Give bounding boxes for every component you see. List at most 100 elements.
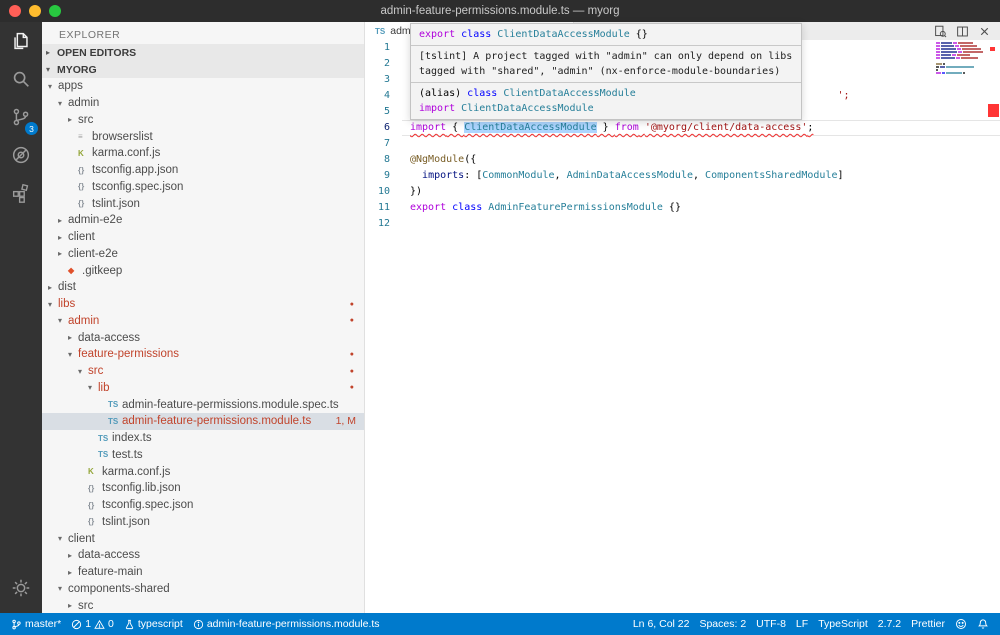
code-line-7[interactable]: 7: [365, 136, 1000, 152]
ts-file-icon: TS: [108, 417, 122, 426]
folder-client[interactable]: ▸client: [42, 229, 364, 246]
activity-explorer-button[interactable]: [0, 22, 42, 60]
open-changes-icon[interactable]: [934, 25, 947, 38]
typescript-version-status-item[interactable]: 2.7.2: [873, 613, 906, 635]
file-index.ts[interactable]: TSindex.ts: [42, 430, 364, 447]
tree-item-label: client: [68, 533, 95, 545]
tree-item-label: tslint.json: [102, 516, 150, 528]
code-line-6[interactable]: 6import { ClientDataAccessModule } from …: [365, 120, 1000, 136]
status-text: typescript: [138, 618, 183, 630]
code-line-9[interactable]: 9 imports: [CommonModule, AdminDataAcces…: [365, 168, 1000, 184]
chevron-down-icon: ▾: [48, 82, 58, 91]
folder-src[interactable]: ▸src: [42, 112, 364, 129]
encoding-status-item[interactable]: UTF-8: [751, 613, 791, 635]
folder-src[interactable]: ▾src●: [42, 363, 364, 380]
scm-pending-badge: 3: [25, 122, 38, 135]
split-editor-icon[interactable]: [956, 25, 969, 38]
chevron-right-icon: ▸: [58, 249, 68, 258]
tree-item-label: components-shared: [68, 583, 170, 595]
json-file-icon: {}: [88, 517, 102, 526]
folder-admin-e2e[interactable]: ▸admin-e2e: [42, 212, 364, 229]
folder-data-access[interactable]: ▸data-access: [42, 329, 364, 346]
json-file-icon: {}: [78, 182, 92, 191]
git-branch-status-item[interactable]: master*: [6, 613, 66, 635]
chevron-down-icon: ▾: [46, 65, 57, 74]
folder-admin[interactable]: ▾admin: [42, 95, 364, 112]
json-file-icon: {}: [88, 501, 102, 510]
minimap[interactable]: [936, 42, 986, 78]
file-tsconfig.lib.json[interactable]: {}tsconfig.lib.json: [42, 480, 364, 497]
file-.gitkeep[interactable]: ◆.gitkeep: [42, 262, 364, 279]
code-line-11[interactable]: 11export class AdminFeaturePermissionsMo…: [365, 200, 1000, 216]
folder-client-e2e[interactable]: ▸client-e2e: [42, 246, 364, 263]
code-editor[interactable]: 1234 ';56import { ClientDataAccessModule…: [365, 40, 1000, 613]
ts-file-icon: TS: [98, 434, 112, 443]
folder-feature-permissions[interactable]: ▾feature-permissions●: [42, 346, 364, 363]
file-browserslist[interactable]: ≡browserslist: [42, 128, 364, 145]
prettier-status-item[interactable]: Prettier: [906, 613, 950, 635]
status-text: 1: [85, 618, 91, 630]
indentation-status-item[interactable]: Spaces: 2: [694, 613, 751, 635]
tree-item-label: dist: [58, 281, 76, 293]
code-token: ,: [693, 170, 705, 181]
file-admin-feature-permissions.module.spec.ts[interactable]: TSadmin-feature-permissions.module.spec.…: [42, 396, 364, 413]
typescript-status-status-item[interactable]: typescript: [119, 613, 188, 635]
tree-item-label: src: [78, 600, 93, 612]
tree-item-label: tsconfig.lib.json: [102, 482, 181, 494]
window-title: admin-feature-permissions.module.ts — my…: [0, 5, 1000, 17]
code-token: {: [446, 122, 464, 133]
tree-item-label: src: [78, 114, 93, 126]
problems-status-item[interactable]: 10: [66, 613, 119, 635]
file-karma.conf.js[interactable]: Kkarma.conf.js: [42, 463, 364, 480]
file-tslint.json[interactable]: {}tslint.json: [42, 514, 364, 531]
language-mode-status-item[interactable]: TypeScript: [813, 613, 873, 635]
folder-client[interactable]: ▾client: [42, 530, 364, 547]
hover-alias-line: (alias) class ClientDataAccessModule: [419, 86, 793, 101]
cursor-position-status-item[interactable]: Ln 6, Col 22: [628, 613, 695, 635]
code-line-12[interactable]: 12: [365, 216, 1000, 232]
status-text: Spaces: 2: [699, 618, 746, 630]
activity-debug-button[interactable]: [0, 136, 42, 174]
activity-source-control-button[interactable]: 3: [0, 98, 42, 136]
folder-components-shared[interactable]: ▾components-shared: [42, 581, 364, 598]
code-line-8[interactable]: 8@NgModule({: [365, 152, 1000, 168]
file-tsconfig.app.json[interactable]: {}tsconfig.app.json: [42, 162, 364, 179]
line-ending-status-item[interactable]: LF: [791, 613, 813, 635]
code-line-10[interactable]: 10}): [365, 184, 1000, 200]
code-token: AdminDataAccessModule: [567, 170, 693, 181]
chevron-down-icon: ▾: [58, 584, 68, 593]
chevron-right-icon: ▸: [46, 48, 57, 57]
karma-file-icon: K: [88, 467, 102, 476]
extensions-icon: [10, 182, 32, 204]
code-token: }: [597, 122, 615, 133]
file-admin-feature-permissions.module.ts[interactable]: TSadmin-feature-permissions.module.ts1, …: [42, 413, 364, 430]
folder-src[interactable]: ▸src: [42, 597, 364, 613]
file-info-status-item[interactable]: admin-feature-permissions.module.ts: [188, 613, 385, 635]
section-open-editors[interactable]: ▸ OPEN EDITORS: [42, 44, 364, 61]
error-overview-marker: [990, 47, 995, 51]
feedback-status-item[interactable]: [950, 613, 972, 635]
folder-feature-main[interactable]: ▸feature-main: [42, 564, 364, 581]
vscode-window: admin-feature-permissions.module.ts — my…: [0, 0, 1000, 635]
file-test.ts[interactable]: TStest.ts: [42, 447, 364, 464]
activity-extensions-button[interactable]: [0, 174, 42, 212]
section-workspace[interactable]: ▾ MYORG: [42, 61, 364, 78]
tree-item-label: src: [88, 365, 103, 377]
overview-ruler[interactable]: [988, 22, 1000, 613]
file-tsconfig.spec.json[interactable]: {}tsconfig.spec.json: [42, 497, 364, 514]
code-token: ComponentsSharedModule: [705, 170, 837, 181]
folder-libs[interactable]: ▾libs●: [42, 296, 364, 313]
folder-admin[interactable]: ▾admin●: [42, 313, 364, 330]
folder-lib[interactable]: ▾lib●: [42, 380, 364, 397]
code-token: ({: [464, 154, 476, 165]
file-karma.conf.js[interactable]: Kkarma.conf.js: [42, 145, 364, 162]
notifications-status-item[interactable]: [972, 613, 994, 635]
file-tsconfig.spec.json[interactable]: {}tsconfig.spec.json: [42, 179, 364, 196]
activity-settings-button[interactable]: [0, 569, 42, 607]
folder-apps[interactable]: ▾apps: [42, 78, 364, 95]
file-tslint.json[interactable]: {}tslint.json: [42, 195, 364, 212]
folder-data-access[interactable]: ▸data-access: [42, 547, 364, 564]
activity-search-button[interactable]: [0, 60, 42, 98]
folder-dist[interactable]: ▸dist: [42, 279, 364, 296]
code-token: ';: [837, 90, 849, 101]
